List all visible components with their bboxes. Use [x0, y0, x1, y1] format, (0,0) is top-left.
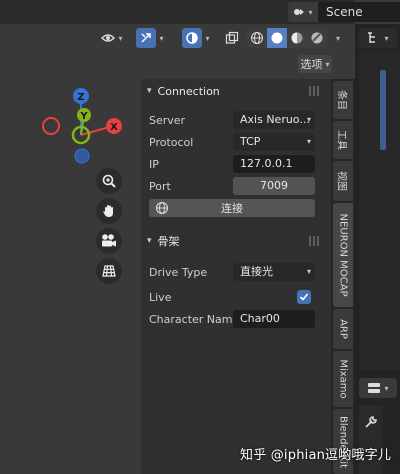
- connect-label: 连接: [221, 202, 243, 215]
- character-name-label: Character Name: [149, 313, 240, 326]
- properties-icon: [368, 383, 381, 393]
- live-checkbox[interactable]: [297, 290, 311, 304]
- overlay-toggle-icon[interactable]: ▾: [178, 28, 214, 48]
- tab-arp-label: ARP: [337, 319, 349, 339]
- checkmark-icon: [299, 293, 309, 301]
- shading-mode-group: [247, 28, 327, 48]
- tab-neuron-mocap[interactable]: NEURON MOCAP: [333, 203, 353, 307]
- outliner-icon: [368, 32, 376, 43]
- ip-label: IP: [149, 158, 159, 171]
- properties-tabs: [359, 405, 383, 474]
- tab-blenderkit[interactable]: BlenderKit: [333, 409, 353, 474]
- options-button[interactable]: 选项 ▾: [298, 55, 332, 73]
- selection-highlight: [380, 70, 386, 150]
- server-value: Axis Neruo...: [240, 113, 310, 126]
- tab-neuron-mocap-label: NEURON MOCAP: [337, 213, 349, 297]
- tab-mixamo[interactable]: Mixamo: [333, 351, 353, 407]
- tab-view-label: 视图: [335, 171, 347, 191]
- tab-tool-label: 工具: [335, 130, 347, 150]
- navigation-gizmo[interactable]: Y Z X: [38, 82, 138, 172]
- collapse-chevron-icon: ▾: [147, 86, 152, 96]
- negative-z-axis-icon[interactable]: [74, 148, 90, 164]
- material-shading-icon[interactable]: [287, 28, 307, 48]
- tab-item[interactable]: 条目: [333, 81, 353, 119]
- globe-icon: [155, 201, 169, 215]
- xray-toggle-icon[interactable]: [222, 28, 242, 48]
- tab-item-label: 条目: [335, 90, 347, 110]
- drive-type-dropdown[interactable]: 直接光 ▾: [233, 263, 315, 281]
- drive-type-label: Drive Type: [149, 266, 208, 279]
- port-field[interactable]: 7009: [233, 177, 315, 195]
- port-label: Port: [149, 180, 171, 193]
- connection-panel-header[interactable]: ▾ Connection: [141, 79, 331, 103]
- connection-title: Connection: [157, 84, 220, 98]
- shading-options-chevron-icon[interactable]: ▾: [330, 28, 346, 48]
- tab-mixamo-label: Mixamo: [337, 359, 349, 399]
- outliner-editor-type-button[interactable]: ▾: [359, 28, 397, 48]
- zoom-icon[interactable]: [96, 168, 122, 194]
- sidebar-tabs: 条目 工具 视图 NEURON MOCAP ARP Mixamo Blender…: [331, 79, 355, 474]
- character-name-field[interactable]: Char00: [233, 310, 315, 328]
- tab-view[interactable]: 视图: [333, 161, 353, 201]
- pan-hand-icon[interactable]: [96, 198, 122, 224]
- drive-type-value: 直接光: [240, 265, 273, 278]
- camera-view-icon[interactable]: [96, 228, 122, 254]
- tab-tool[interactable]: 工具: [333, 121, 353, 159]
- visibility-eye-icon[interactable]: ▾: [96, 28, 128, 48]
- drag-grip-icon[interactable]: [309, 236, 321, 246]
- sidebar-panel: ▾ Connection Server Axis Neruo... ▾ Proto…: [141, 79, 331, 474]
- scene-selector[interactable]: ▾ Scene: [288, 2, 400, 22]
- skeleton-panel-header[interactable]: ▾ 骨架: [141, 229, 331, 253]
- negative-x-axis-icon[interactable]: [42, 117, 60, 135]
- x-axis-label: X: [110, 122, 118, 133]
- protocol-value: TCP: [240, 135, 261, 148]
- ip-field[interactable]: 127.0.0.1: [233, 155, 315, 173]
- rendered-shading-icon[interactable]: [307, 28, 327, 48]
- z-axis-label: Z: [77, 92, 84, 103]
- server-dropdown[interactable]: Axis Neruo... ▾: [233, 111, 315, 129]
- properties-editor-type-button[interactable]: ▾: [359, 378, 397, 398]
- skeleton-title: 骨架: [157, 235, 180, 248]
- ortho-grid-icon[interactable]: [96, 258, 122, 284]
- server-label: Server: [149, 114, 186, 127]
- watermark: 知乎 @iphian逗哟哦字儿: [240, 448, 392, 463]
- collapse-chevron-icon: ▾: [147, 236, 152, 246]
- options-label: 选项: [300, 58, 323, 71]
- chevron-down-icon: ▾: [306, 267, 311, 276]
- chevron-down-icon: ▾: [306, 137, 311, 146]
- scene-icon[interactable]: ▾: [288, 2, 318, 22]
- drag-grip-icon[interactable]: [309, 86, 321, 96]
- wireframe-shading-icon[interactable]: [247, 28, 267, 48]
- gizmo-toggle-icon[interactable]: ▾: [132, 28, 168, 48]
- solid-shading-icon[interactable]: [267, 28, 287, 48]
- connect-button[interactable]: 连接: [149, 199, 315, 217]
- protocol-dropdown[interactable]: TCP ▾: [233, 133, 315, 151]
- live-label: Live: [149, 291, 172, 304]
- tab-arp[interactable]: ARP: [333, 309, 353, 349]
- chevron-down-icon: ▾: [306, 115, 311, 124]
- y-axis-label: Y: [79, 111, 88, 122]
- wrench-icon[interactable]: [364, 415, 378, 429]
- scene-name-field[interactable]: Scene: [318, 2, 400, 22]
- protocol-label: Protocol: [149, 136, 194, 149]
